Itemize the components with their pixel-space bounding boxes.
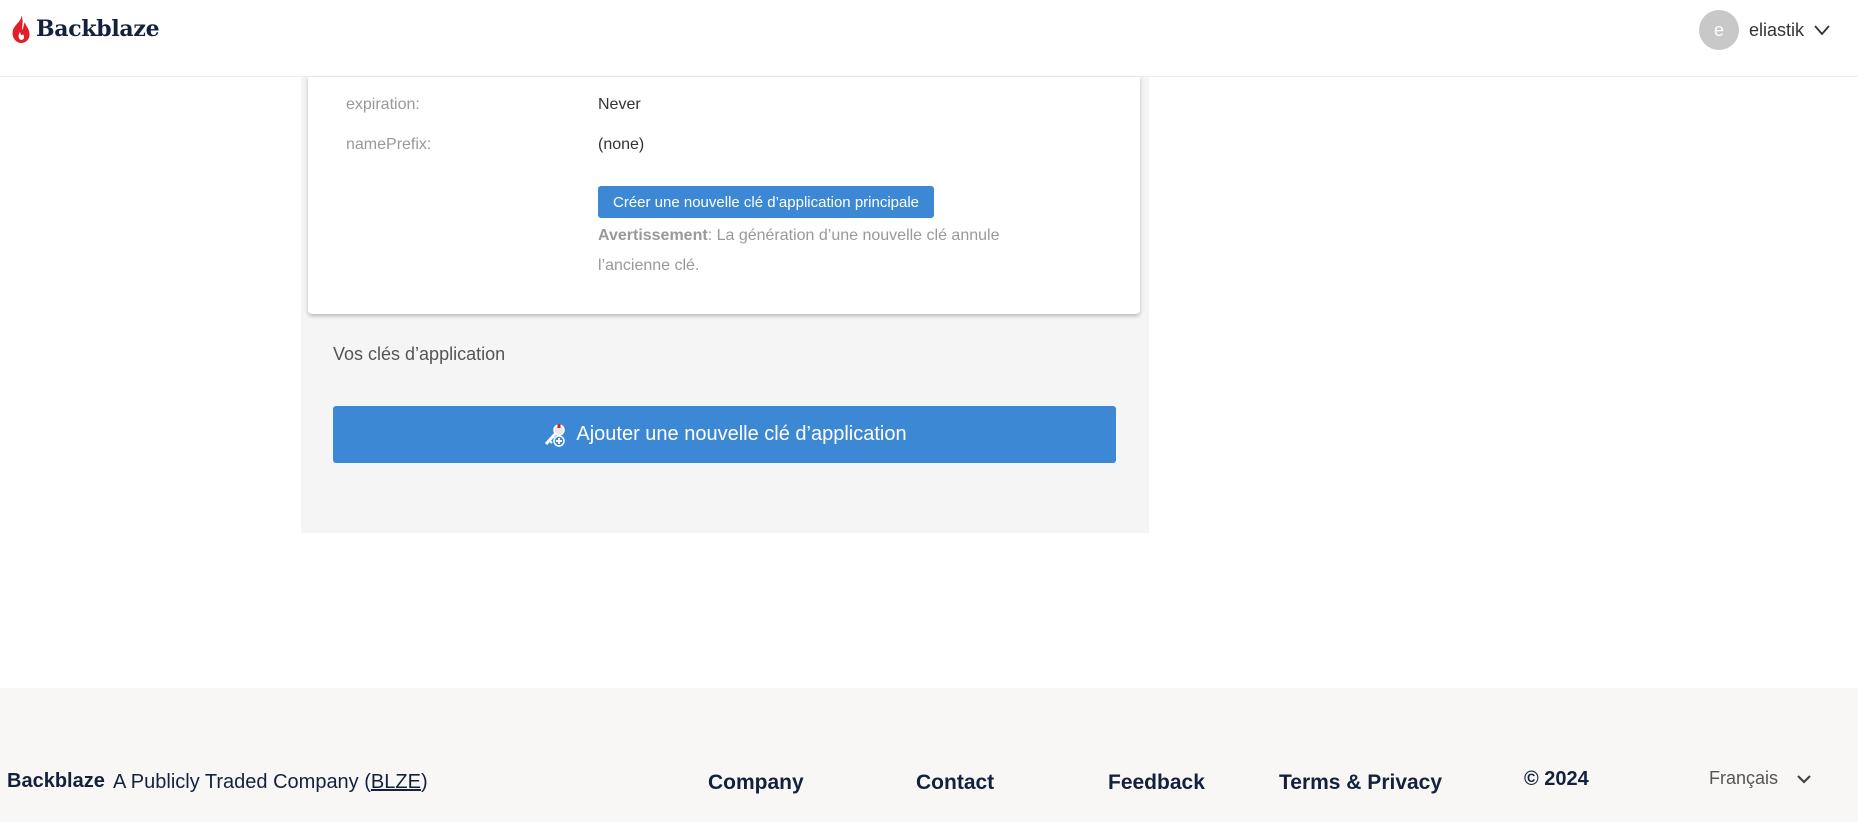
- brand-name: Backblaze: [36, 16, 160, 42]
- name-prefix-label: namePrefix:: [346, 136, 432, 153]
- top-header: Backblaze e eliastik: [0, 0, 1858, 77]
- footer-copyright: © 2024: [1524, 768, 1589, 790]
- footer: Backblaze A Publicly Traded Company (BLZ…: [0, 688, 1858, 822]
- master-key-card: expiration: Never namePrefix: (none) Cré…: [308, 77, 1140, 314]
- language-selector[interactable]: Français: [1709, 768, 1812, 789]
- warning-message: Avertissement: La génération d’une nouve…: [598, 221, 1058, 281]
- ticker-link[interactable]: BLZE: [371, 771, 421, 793]
- chevron-down-icon: [1814, 25, 1830, 36]
- add-app-key-button[interactable]: Ajouter une nouvelle clé d’application: [333, 406, 1116, 463]
- chevron-down-icon: [1797, 774, 1811, 784]
- warning-title: Avertissement: [598, 227, 708, 244]
- app-keys-title: Vos clés d’application: [333, 344, 506, 364]
- footer-tagline: A Publicly Traded Company (BLZE): [113, 771, 428, 794]
- expiration-label: expiration:: [346, 96, 420, 113]
- create-master-key-button[interactable]: Créer une nouvelle clé d’application pri…: [598, 186, 935, 218]
- username: eliastik: [1748, 19, 1804, 40]
- add-key-icon: [545, 423, 566, 447]
- add-app-key-label: Ajouter une nouvelle clé d’application: [576, 423, 907, 445]
- footer-brand[interactable]: Backblaze: [7, 770, 105, 793]
- backblaze-logo[interactable]: Backblaze: [10, 14, 160, 44]
- user-menu[interactable]: e eliastik: [1698, 10, 1830, 50]
- language-label: Français: [1709, 768, 1779, 788]
- avatar: e: [1698, 10, 1739, 50]
- expiration-value: Never: [598, 96, 641, 113]
- name-prefix-value: (none): [598, 136, 645, 153]
- footer-link-company[interactable]: Company: [708, 771, 804, 795]
- footer-link-contact[interactable]: Contact: [916, 771, 994, 795]
- footer-link-terms-privacy[interactable]: Terms & Privacy: [1279, 771, 1442, 795]
- flame-icon: [12, 15, 30, 43]
- footer-link-feedback[interactable]: Feedback: [1108, 771, 1205, 795]
- tagline-prefix: A Publicly Traded Company (: [113, 771, 371, 793]
- tagline-suffix: ): [420, 771, 428, 793]
